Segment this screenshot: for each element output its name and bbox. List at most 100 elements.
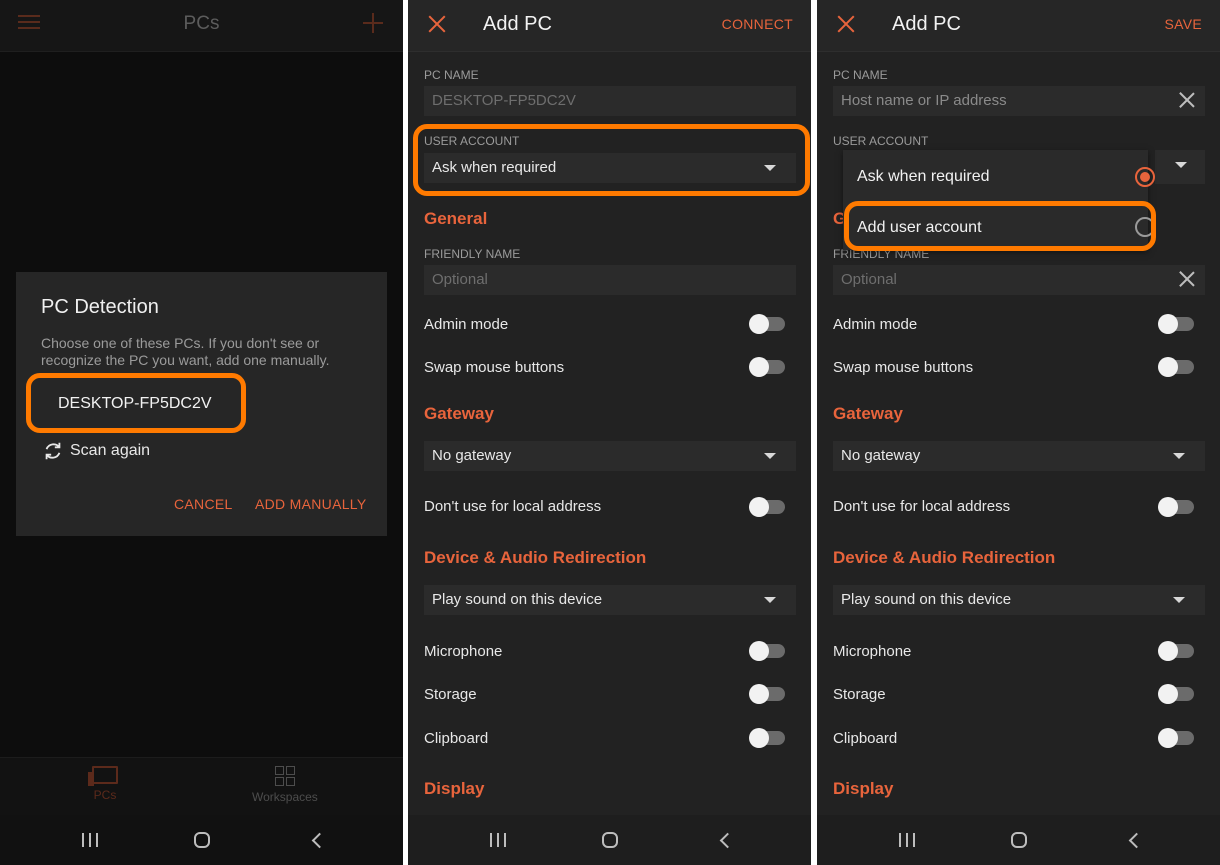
app-bar: Add PC SAVE (817, 0, 1220, 52)
clipboard-toggle[interactable] (749, 728, 785, 748)
microphone-label: Microphone (424, 643, 503, 660)
scan-again-label: Scan again (70, 442, 151, 459)
clipboard-toggle[interactable] (1158, 728, 1194, 748)
close-icon[interactable] (428, 15, 446, 33)
system-nav-bar (408, 815, 811, 865)
tab-pcs[interactable]: PCs (88, 766, 118, 802)
dont-use-local-toggle[interactable] (749, 497, 785, 517)
dont-use-local-toggle[interactable] (1158, 497, 1194, 517)
chevron-down-icon (764, 597, 776, 603)
gateway-value: No gateway (432, 447, 512, 464)
bottom-tab-bar: PCs Workspaces (0, 757, 403, 815)
grid-icon (274, 766, 295, 786)
home-button[interactable] (590, 825, 630, 855)
section-gateway: Gateway (833, 404, 903, 423)
clipboard-label: Clipboard (833, 730, 898, 747)
dont-use-local-label: Don't use for local address (833, 498, 1011, 515)
save-button[interactable]: SAVE (1164, 16, 1202, 32)
home-button[interactable] (182, 825, 222, 855)
swap-mouse-label: Swap mouse buttons (424, 359, 565, 376)
admin-mode-label: Admin mode (833, 316, 918, 333)
tab-workspaces[interactable]: Workspaces (252, 766, 318, 804)
section-device-audio: Device & Audio Redirection (424, 548, 647, 567)
add-pc-screen-connect: Add PC CONNECT PC NAME DESKTOP-FP5DC2V U… (408, 0, 811, 865)
back-icon (719, 832, 735, 848)
sound-value: Play sound on this device (432, 591, 603, 608)
pc-name-label: PC NAME (833, 68, 888, 82)
recents-icon (899, 833, 915, 847)
storage-toggle[interactable] (749, 684, 785, 704)
section-display: Display (424, 779, 485, 798)
section-gateway: Gateway (424, 404, 494, 423)
sound-dropdown[interactable]: Play sound on this device (833, 585, 1205, 615)
clear-icon[interactable] (1179, 92, 1195, 108)
gateway-dropdown[interactable]: No gateway (833, 441, 1205, 471)
dialog-title: PC Detection (41, 296, 159, 318)
microphone-toggle[interactable] (749, 641, 785, 661)
admin-mode-toggle[interactable] (1158, 314, 1194, 334)
microphone-toggle[interactable] (1158, 641, 1194, 661)
sound-dropdown[interactable]: Play sound on this device (424, 585, 796, 615)
home-icon (602, 832, 618, 848)
user-account-label: USER ACCOUNT (833, 134, 929, 148)
recents-button[interactable] (887, 825, 927, 855)
system-nav-bar (0, 815, 403, 865)
clear-icon[interactable] (1179, 271, 1195, 287)
swap-mouse-toggle[interactable] (749, 357, 785, 377)
pc-name-field[interactable]: DESKTOP-FP5DC2V (424, 86, 796, 116)
section-display: Display (833, 779, 894, 798)
connect-button[interactable]: CONNECT (722, 16, 793, 32)
user-account-dropdown[interactable] (1155, 150, 1205, 184)
swap-mouse-label: Swap mouse buttons (833, 359, 974, 376)
back-button[interactable] (296, 825, 336, 855)
option-ask-when-required[interactable]: Ask when required (857, 168, 990, 186)
highlight-box (26, 373, 246, 433)
friendly-name-input[interactable]: Optional (424, 265, 796, 295)
recents-button[interactable] (478, 825, 518, 855)
monitor-icon (88, 766, 118, 786)
radio-selected[interactable] (1135, 167, 1155, 187)
add-pc-screen-save: Add PC SAVE PC NAME Host name or IP addr… (817, 0, 1220, 865)
gateway-dropdown[interactable]: No gateway (424, 441, 796, 471)
admin-mode-toggle[interactable] (749, 314, 785, 334)
page-title: PCs (183, 13, 220, 34)
section-general: General (424, 209, 488, 228)
plus-icon[interactable] (363, 13, 383, 33)
back-button[interactable] (704, 825, 744, 855)
chevron-down-icon (1175, 162, 1187, 168)
pc-name-input[interactable]: Host name or IP address (833, 86, 1205, 116)
gateway-value: No gateway (841, 447, 921, 464)
cancel-button[interactable]: CANCEL (174, 496, 233, 512)
scan-again-button[interactable]: Scan again (42, 440, 150, 462)
home-icon (194, 832, 210, 848)
recents-button[interactable] (70, 825, 110, 855)
close-icon[interactable] (837, 15, 855, 33)
chevron-down-icon (1173, 453, 1185, 459)
home-button[interactable] (999, 825, 1039, 855)
highlight-box (844, 201, 1156, 251)
swap-mouse-toggle[interactable] (1158, 357, 1194, 377)
back-icon (1128, 832, 1144, 848)
tab-workspaces-label: Workspaces (252, 790, 318, 804)
back-button[interactable] (1113, 825, 1153, 855)
back-icon (311, 832, 327, 848)
friendly-name-placeholder: Optional (841, 271, 897, 288)
microphone-label: Microphone (833, 643, 912, 660)
pcs-screen: PCs PC Detection Choose one of these PCs… (0, 0, 403, 865)
app-bar: Add PC CONNECT (408, 0, 811, 52)
add-manually-button[interactable]: ADD MANUALLY (255, 496, 366, 512)
dialog-message: Choose one of these PCs. If you don't se… (41, 335, 330, 368)
admin-mode-label: Admin mode (424, 316, 509, 333)
pc-name-placeholder: Host name or IP address (841, 92, 1007, 109)
section-device-audio: Device & Audio Redirection (833, 548, 1056, 567)
page-title: Add PC (483, 13, 552, 35)
tab-pcs-label: PCs (93, 788, 117, 802)
recents-icon (82, 833, 98, 847)
storage-toggle[interactable] (1158, 684, 1194, 704)
pc-name-label: PC NAME (424, 68, 479, 82)
friendly-name-input[interactable]: Optional (833, 265, 1205, 295)
friendly-name-label: FRIENDLY NAME (424, 247, 521, 261)
storage-label: Storage (833, 686, 886, 703)
page-title: Add PC (892, 13, 961, 35)
system-nav-bar (817, 815, 1220, 865)
